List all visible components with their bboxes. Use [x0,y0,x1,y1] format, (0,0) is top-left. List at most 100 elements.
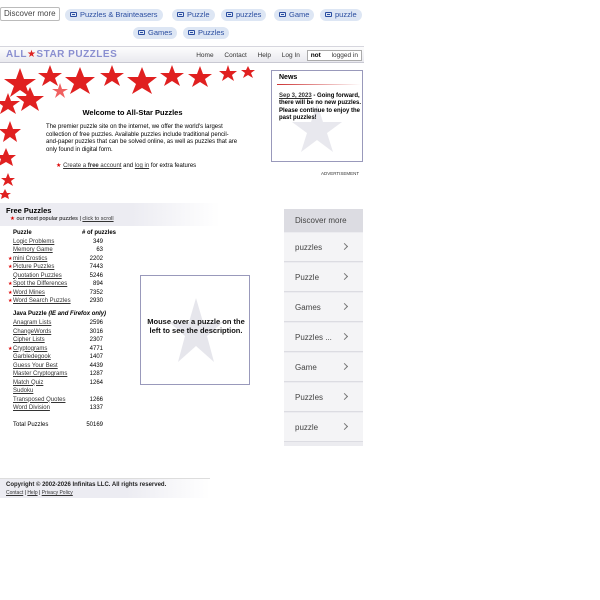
news-body: Sep 3, 2023 - Going forward, there will … [279,93,361,123]
footer-contact-link[interactable]: Contact [6,490,23,496]
logo-text-left: ALL [6,49,27,60]
free-puzzles-title: Free Puzzles [6,206,52,215]
create-post: account [98,163,122,169]
discover-item[interactable]: Puzzle [284,263,363,292]
puzzle-count: 2307 [89,337,103,343]
puzzle-link[interactable]: Match Quiz [13,380,43,386]
site-header: ALL★STAR PUZZLES Home Contact Help Log I… [0,46,364,63]
copyright-text: Copyright © 2002-2026 Infinitas LLC. All… [6,482,167,488]
puzzle-link[interactable]: Cipher Lists [13,337,45,343]
discover-item[interactable]: Games [284,293,363,322]
chip-puzzles[interactable]: puzzles [221,9,267,21]
puzzle-link[interactable]: mini Crostics [13,256,47,262]
puzzle-link[interactable]: Word Search Puzzles [13,298,71,304]
table-row: Garbledegook 1407 [0,354,140,363]
puzzle-link[interactable]: Spot the Differences [13,281,67,287]
table-row: Master Cryptograms 1287 [0,371,140,380]
create-account-link[interactable]: Create a free account [63,163,121,169]
java-title: Java Puzzle (IE and Firefox only) [13,311,106,317]
puzzle-link[interactable]: Master Cryptograms [13,371,67,377]
puzzle-count: 894 [92,281,103,287]
star-icon: ★ [56,163,62,169]
discover-panel-title: Discover more [284,209,363,232]
java-title-text: Java Puzzle [13,311,47,317]
puzzle-link[interactable]: Guess Your Best [13,363,58,369]
footer-links: Contact | Help | Privacy Policy [6,490,73,496]
discover-item[interactable]: puzzle [284,413,363,442]
chevron-right-icon [340,422,349,431]
and-text: and [121,163,135,169]
puzzle-count: 349 [92,238,103,245]
puzzle-link[interactable]: Word Division [13,405,50,411]
create-free: free [87,163,99,169]
search-icon [226,12,233,17]
puzzle-count: 1407 [89,354,103,360]
login-link[interactable]: log in [135,163,149,169]
discover-item-label: Puzzles ... [295,333,332,342]
chip-puzzle-2[interactable]: puzzle [320,9,362,21]
chip-games[interactable]: Games [133,27,178,39]
popular-text: our most popular puzzles | [14,216,83,222]
chip-puzzles-brainteasers[interactable]: Puzzles & Brainteasers [65,9,163,21]
puzzle-link[interactable]: Garbledegook [13,354,51,360]
puzzle-link[interactable]: Word Mines [13,290,45,296]
chip-puzzle[interactable]: Puzzle [172,9,215,21]
nav-help[interactable]: Help [258,52,271,59]
puzzle-count: 7352 [89,289,103,296]
site-footer: Copyright © 2002-2026 Infinitas LLC. All… [0,478,210,498]
click-to-scroll-link[interactable]: click to scroll [82,216,113,222]
footer-help-link[interactable]: Help [27,490,37,496]
puzzle-link[interactable]: Memory Game [13,247,53,253]
discover-more-button[interactable]: Discover more [0,7,60,21]
table-row: Memory Game 63 [0,247,140,256]
chip-puzzles-2[interactable]: Puzzles [183,27,230,39]
chip-label: Puzzles [198,28,225,37]
search-icon [177,12,184,17]
search-icon [70,12,77,17]
puzzle-link[interactable]: Transposed Quotes [13,397,65,403]
table-row: Quotation Puzzles 5246 [0,273,140,282]
puzzle-link[interactable]: Anagram Lists [13,320,51,326]
chevron-right-icon [340,362,349,371]
news-box: News Sep 3, 2023 - Going forward, there … [271,70,363,162]
puzzle-link[interactable]: Sudoku [13,388,33,394]
discover-item[interactable]: Puzzles [284,383,363,412]
puzzle-count: 2202 [89,255,103,262]
puzzle-count: 1337 [89,405,103,411]
nav-home[interactable]: Home [196,52,213,59]
table-row: Match Quiz 1264 [0,380,140,389]
search-icon [138,30,145,35]
description-text: Mouse over a puzzle on the left to see t… [147,317,245,335]
puzzle-count: 3016 [89,328,103,335]
discover-item-label: puzzles [295,243,323,252]
free-puzzles-subtitle: ★ our most popular puzzles | click to sc… [10,216,114,222]
discover-item[interactable]: puzzles [284,233,363,262]
discover-more-panel: Discover more puzzles Puzzle Games Puzzles … [284,209,363,446]
puzzle-link[interactable]: Picture Puzzles [13,264,54,270]
nav-contact[interactable]: Contact [224,52,246,59]
puzzle-count: 63 [96,247,103,253]
puzzle-count: 4771 [89,345,103,352]
star-icon: ★ [8,289,13,296]
puzzle-link[interactable]: Cryptograms [13,346,47,352]
site-logo[interactable]: ALL★STAR PUZZLES [6,49,117,60]
footer-privacy-link[interactable]: Privacy Policy [42,490,73,496]
chip-label: puzzle [335,10,357,19]
news-date[interactable]: Sep 3, 2023 [279,93,312,99]
description-box: Mouse over a puzzle on the left to see t… [140,275,250,385]
nav-login[interactable]: Log In [282,52,300,59]
chip-label: Puzzle [187,10,210,19]
puzzle-count: 5246 [89,272,103,279]
star-icon: ★ [8,281,13,287]
puzzle-link[interactable]: Quotation Puzzles [13,273,62,279]
table-row: Cipher Lists 2307 [0,337,140,346]
star-icon: ★ [8,345,13,352]
col-count-header: # of puzzles [81,230,116,236]
puzzle-link[interactable]: Logic Problems [13,239,54,245]
puzzle-link[interactable]: ChangeWords [13,329,51,335]
chip-game[interactable]: Game [274,9,315,21]
discover-item[interactable]: Puzzles ... [284,323,363,352]
chip-label: Games [148,28,173,37]
discover-item[interactable]: Game [284,353,363,382]
star-icon: ★ [8,298,13,304]
